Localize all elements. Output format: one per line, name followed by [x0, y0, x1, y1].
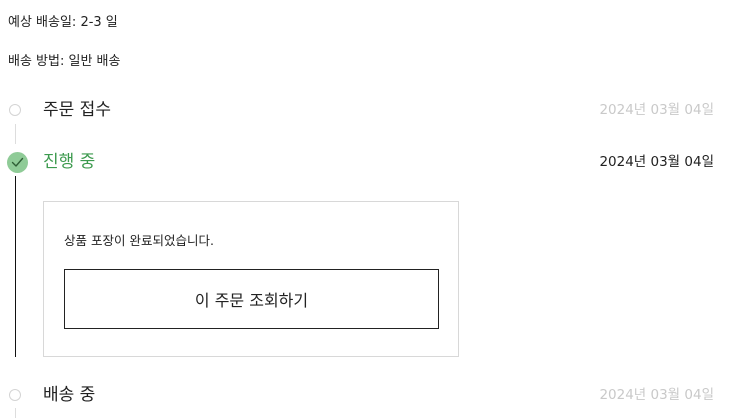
- empty-circle-icon: [9, 104, 21, 116]
- shipping-method-text: 배송 방법: 일반 배송: [8, 54, 121, 69]
- timeline-step-shipping: 배송 중 2024년 03월 04일: [0, 383, 743, 411]
- step-title: 주문 접수: [43, 100, 111, 120]
- empty-circle-icon: [9, 389, 21, 401]
- timeline-connector-active: [15, 176, 16, 357]
- check-circle-icon: [7, 152, 28, 173]
- detail-message: 상품 포장이 완료되었습니다.: [64, 233, 214, 248]
- step-detail-card: 상품 포장이 완료되었습니다. 이 주문 조회하기: [43, 201, 459, 357]
- timeline-connector: [15, 124, 16, 144]
- timeline-connector: [15, 408, 16, 418]
- step-title: 진행 중: [43, 152, 96, 172]
- estimated-delivery-text: 예상 배송일: 2-3 일: [8, 15, 118, 30]
- timeline-step-in-progress: 진행 중 2024년 03월 04일: [0, 150, 743, 178]
- step-date: 2024년 03월 04일: [599, 102, 714, 118]
- step-title: 배송 중: [43, 385, 96, 405]
- view-order-button[interactable]: 이 주문 조회하기: [64, 269, 439, 329]
- step-date: 2024년 03월 04일: [599, 154, 714, 170]
- step-date: 2024년 03월 04일: [599, 387, 714, 403]
- timeline-step-order-received: 주문 접수 2024년 03월 04일: [0, 98, 743, 126]
